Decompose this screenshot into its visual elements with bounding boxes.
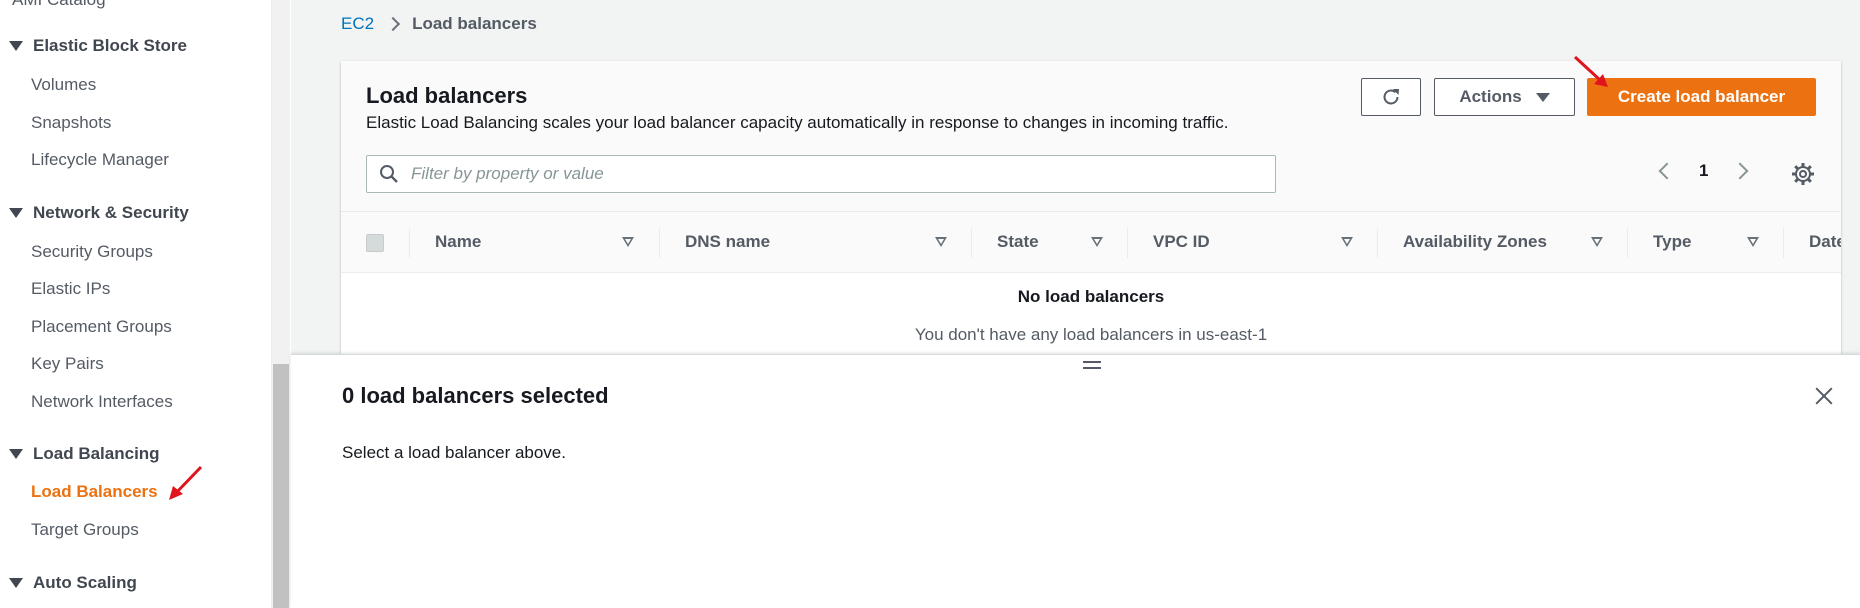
caret-down-icon: [9, 208, 23, 218]
empty-state-title: No load balancers: [1017, 287, 1165, 306]
sort-icon[interactable]: [1341, 237, 1353, 247]
column-header-date-created[interactable]: Date: [1809, 232, 1841, 252]
column-header-vpc-id[interactable]: VPC ID: [1153, 232, 1210, 252]
caret-down-icon: [9, 449, 23, 459]
sidebar-item-snapshots[interactable]: Snapshots: [31, 113, 111, 133]
caret-down-icon: [9, 578, 23, 588]
sort-icon[interactable]: [622, 237, 634, 247]
column-header-state[interactable]: State: [997, 232, 1039, 252]
sidebar-item-elastic-ips[interactable]: Elastic IPs: [31, 279, 110, 299]
sidebar-section-network-security[interactable]: Network & Security: [9, 203, 189, 223]
navigation-sidebar: AMI Catalog Elastic Block Store Volumes …: [0, 0, 272, 608]
table-header: Name DNS name State VPC ID Availability …: [341, 211, 1841, 273]
close-icon[interactable]: [1813, 385, 1835, 407]
split-panel-message: Select a load balancer above.: [342, 443, 566, 462]
sidebar-section-label: Load Balancing: [33, 444, 160, 463]
sort-icon[interactable]: [935, 237, 947, 247]
filter-input[interactable]: [411, 164, 1231, 184]
refresh-icon: [1383, 89, 1399, 105]
column-header-availability-zones[interactable]: Availability Zones: [1403, 232, 1547, 252]
column-header-type[interactable]: Type: [1653, 232, 1691, 252]
previous-page-icon[interactable]: [1658, 162, 1676, 180]
filter-search-box[interactable]: [366, 155, 1276, 193]
chevron-right-icon: [386, 16, 401, 32]
sidebar-section-label: Network & Security: [33, 203, 189, 222]
sidebar-item-network-interfaces[interactable]: Network Interfaces: [31, 392, 173, 412]
sidebar-section-load-balancing[interactable]: Load Balancing: [9, 444, 160, 464]
column-divider[interactable]: [659, 228, 660, 258]
refresh-button[interactable]: [1361, 78, 1421, 116]
search-icon: [380, 165, 398, 183]
sidebar-section-elastic-block-store[interactable]: Elastic Block Store: [9, 36, 187, 56]
sidebar-item-placement-groups[interactable]: Placement Groups: [31, 317, 172, 337]
annotation-arrow-icon: [1573, 55, 1608, 87]
column-header-name[interactable]: Name: [435, 232, 481, 252]
caret-down-icon: [9, 41, 23, 51]
sidebar-section-label: Elastic Block Store: [33, 36, 188, 55]
resize-handle-icon[interactable]: [1083, 361, 1101, 373]
column-header-dns-name[interactable]: DNS name: [685, 232, 770, 252]
sort-icon[interactable]: [1091, 237, 1103, 247]
sort-icon[interactable]: [1747, 237, 1759, 247]
page-title: Load balancers: [366, 83, 528, 108]
sidebar-item-target-groups[interactable]: Target Groups: [31, 520, 139, 540]
sidebar-item-volumes[interactable]: Volumes: [31, 75, 96, 95]
settings-gear-icon[interactable]: [1791, 162, 1815, 186]
column-divider[interactable]: [971, 228, 972, 258]
page-description: Elastic Load Balancing scales your load …: [366, 113, 1229, 132]
details-split-panel: 0 load balancers selected Select a load …: [291, 354, 1860, 608]
create-load-balancer-button[interactable]: Create load balancer: [1587, 78, 1816, 116]
empty-state-message: You don't have any load balancers in us-…: [914, 325, 1268, 344]
sidebar-scrollbar-thumb[interactable]: [273, 364, 289, 608]
breadcrumb: EC2 Load balancers: [341, 14, 537, 34]
caret-down-icon: [1535, 92, 1550, 102]
breadcrumb-current: Load balancers: [412, 14, 537, 33]
column-divider[interactable]: [1377, 228, 1378, 258]
column-divider[interactable]: [1127, 228, 1128, 258]
actions-dropdown-button[interactable]: Actions: [1434, 78, 1575, 116]
sidebar-item-key-pairs[interactable]: Key Pairs: [31, 354, 104, 374]
next-page-icon[interactable]: [1731, 162, 1749, 180]
split-panel-title: 0 load balancers selected: [342, 383, 609, 408]
annotation-arrow-icon: [169, 465, 203, 500]
pagination: 1: [1658, 161, 1749, 181]
sidebar-item-ami-catalog[interactable]: AMI Catalog: [12, 0, 106, 10]
column-divider[interactable]: [1783, 228, 1784, 258]
sidebar-item-security-groups[interactable]: Security Groups: [31, 242, 153, 262]
breadcrumb-ec2-link[interactable]: EC2: [341, 14, 374, 34]
current-page-number[interactable]: 1: [1699, 161, 1708, 181]
column-divider: [409, 228, 410, 258]
sidebar-section-label: Auto Scaling: [33, 573, 137, 592]
sidebar-item-load-balancers[interactable]: Load Balancers: [31, 482, 158, 502]
actions-label: Actions: [1459, 87, 1522, 106]
sidebar-section-auto-scaling[interactable]: Auto Scaling: [9, 573, 137, 593]
load-balancers-panel: Load balancers Elastic Load Balancing sc…: [341, 61, 1841, 361]
sort-icon[interactable]: [1591, 237, 1603, 247]
select-all-checkbox[interactable]: [366, 234, 384, 252]
sidebar-item-lifecycle-manager[interactable]: Lifecycle Manager: [31, 150, 169, 170]
column-divider[interactable]: [1627, 228, 1628, 258]
